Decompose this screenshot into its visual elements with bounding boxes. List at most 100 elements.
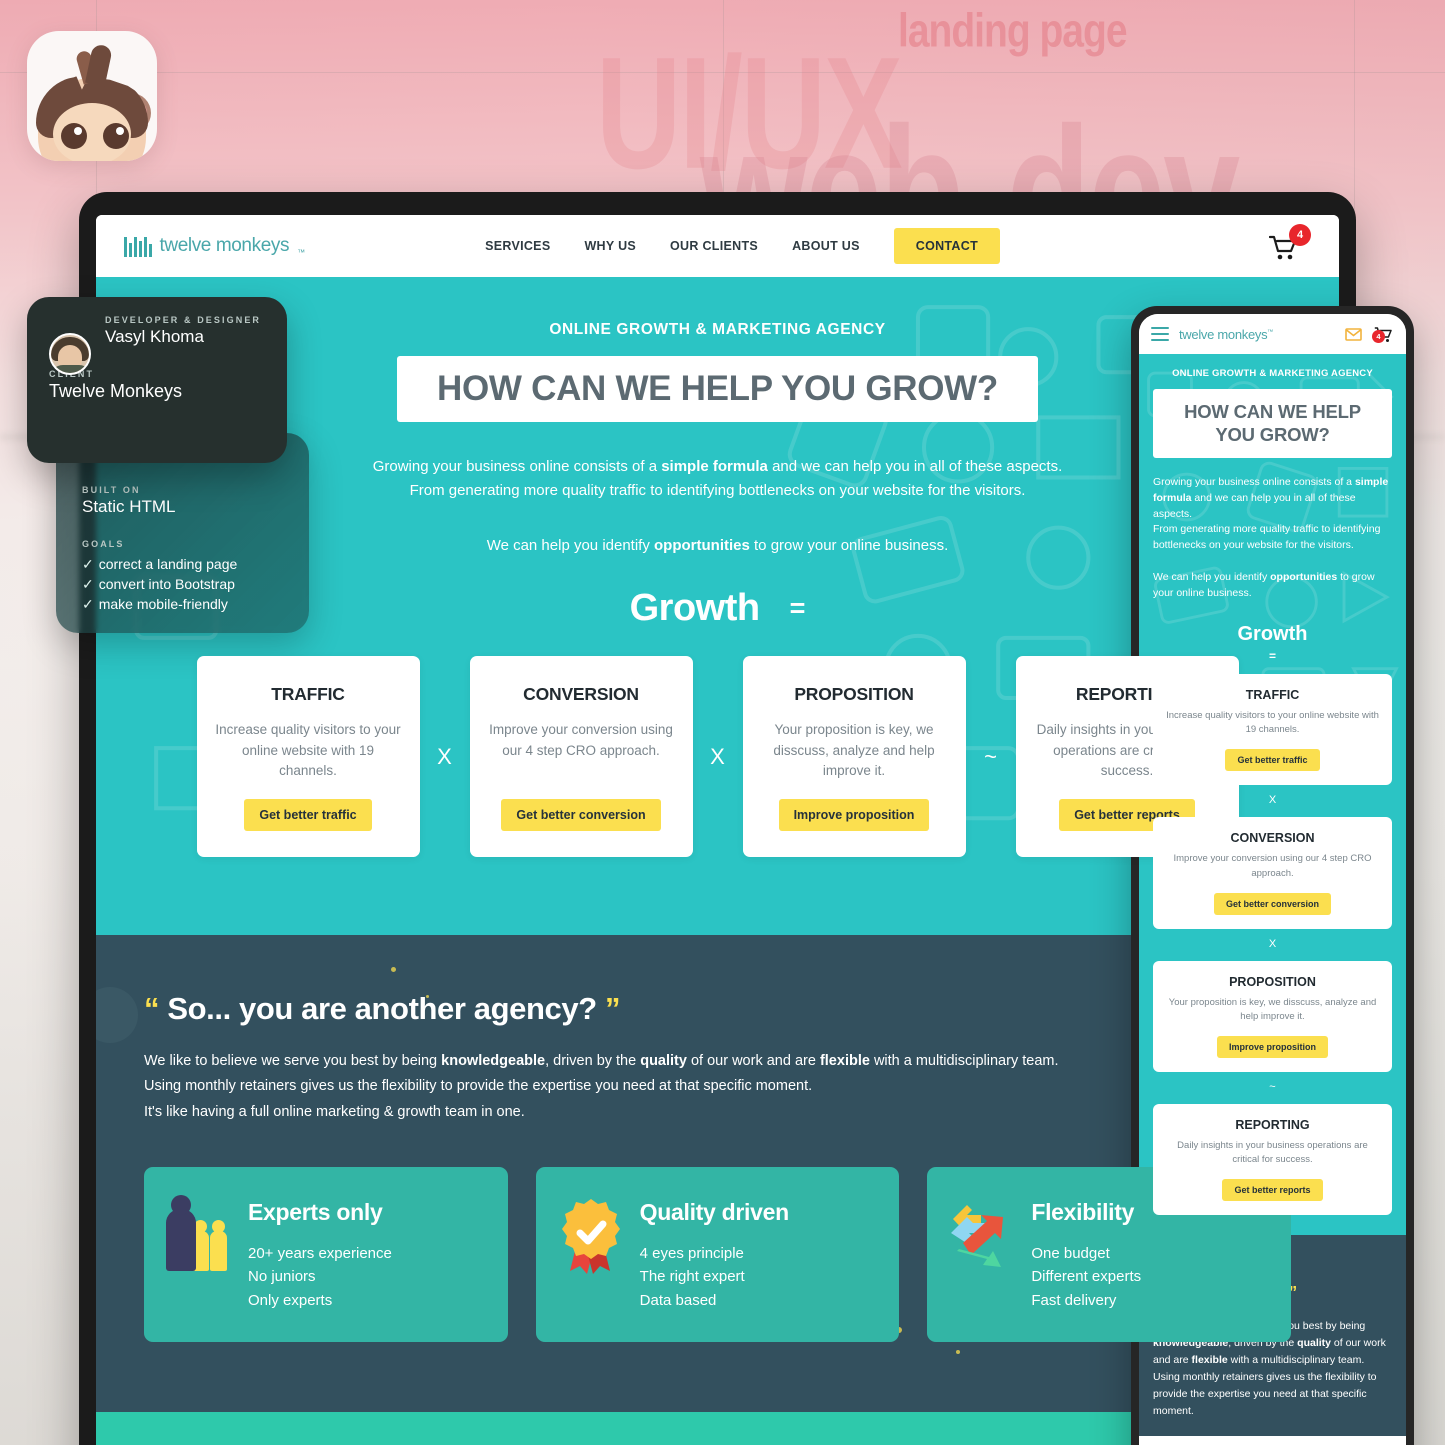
agency-p1-c: , driven by the [545, 1053, 641, 1070]
mobile-hero-content: ONLINE GROWTH & MARKETING AGENCY HOW CAN… [1153, 368, 1392, 1215]
cart-button[interactable]: 4 [1269, 224, 1311, 264]
mobile-nav-icons: 4 [1345, 326, 1394, 343]
hero-p2-part-c: to grow your online business. [749, 537, 949, 555]
feature-list: One budget Different experts Fast delive… [1031, 1242, 1141, 1312]
hero-eyebrow: ONLINE GROWTH & MARKETING AGENCY [549, 321, 886, 338]
agency-p1-bold-knowledgeable: knowledgeable [441, 1053, 546, 1070]
barcode-logo-icon [124, 237, 152, 257]
background-word-landing: landing page [898, 5, 1128, 58]
mobile-get-better-conversion-button[interactable]: Get better conversion [1213, 892, 1332, 915]
mobile-hero-title-box: HOW CAN WE HELP YOU GROW? [1153, 389, 1392, 459]
feature-list-item: Different experts [1031, 1268, 1142, 1286]
get-better-traffic-button[interactable]: Get better traffic [244, 799, 372, 832]
feature-body: Quality driven 4 eyes principle The righ… [640, 1191, 789, 1312]
nav-link-services[interactable]: SERVICES [485, 239, 550, 253]
mobile-agency-p1-g: with a multidisciplinary team. [1227, 1354, 1365, 1367]
monkey-eye-icon [61, 123, 87, 149]
get-better-conversion-button[interactable]: Get better conversion [501, 799, 661, 832]
main-navigation: SERVICES WHY US OUR CLIENTS ABOUT US CON… [485, 228, 1001, 264]
mobile-card-title: PROPOSITION [1229, 974, 1316, 989]
mobile-card-title: CONVERSION [1230, 831, 1315, 846]
agency-paragraph: We like to believe we serve you best by … [144, 1049, 1291, 1125]
quote-open-mark: “ [144, 991, 160, 1027]
feature-list-item: 4 eyes principle [639, 1244, 744, 1262]
hero-p1-bold: simple formula [661, 458, 768, 475]
feature-body: Flexibility One budget Different experts… [1031, 1191, 1141, 1312]
feature-card-experts-only: Experts only 20+ years experience No jun… [144, 1166, 508, 1342]
mobile-agency-bold-flexible: flexible [1191, 1354, 1228, 1367]
mobile-growth-card-proposition[interactable]: PROPOSITION Your proposition is key, we … [1153, 960, 1392, 1072]
agency-p1-bold-flexible: flexible [819, 1053, 870, 1070]
hero-title-box: HOW CAN WE HELP YOU GROW? [397, 356, 1038, 422]
agency-p3: It's like having a full online marketing… [144, 1103, 525, 1120]
contact-button[interactable]: CONTACT [893, 228, 1001, 264]
mobile-improve-proposition-button[interactable]: Improve proposition [1216, 1035, 1328, 1058]
hero-p1-part-a: Growing your business online consists of… [372, 458, 662, 475]
monkey-eye-icon [103, 123, 129, 149]
mobile-hero-title: HOW CAN WE HELP YOU GROW? [1161, 401, 1384, 446]
check-icon: ✓ [82, 575, 94, 592]
growth-word: Growth [629, 587, 760, 630]
growth-card-traffic[interactable]: TRAFFIC Increase quality visitors to you… [196, 656, 420, 858]
growth-card-title: TRAFFIC [271, 684, 345, 705]
hero-p1-line2: From generating more quality traffic to … [409, 481, 1026, 499]
mobile-growth-card-reporting[interactable]: REPORTING Daily insights in your busines… [1153, 1103, 1392, 1215]
check-icon: ✓ [82, 556, 94, 572]
agency-heading: “ So... you are another agency? ” [144, 991, 1291, 1027]
growth-card-proposition[interactable]: PROPOSITION Your proposition is key, we … [742, 656, 966, 858]
feature-list-item: Only experts [248, 1291, 333, 1309]
logo-trademark: ™ [297, 248, 306, 257]
mobile-cart-button[interactable]: 4 [1372, 326, 1394, 343]
site-logo[interactable]: twelve monkeys ™ [124, 235, 305, 257]
mobile-card-description: Improve your conversion using our 4 step… [1173, 853, 1372, 879]
mobile-growth-equals: = [1268, 649, 1276, 664]
mobile-hero-paragraph-2: We can help you identify opportunities t… [1153, 570, 1392, 602]
hero-p1-part-c: and we can help you in all of these aspe… [767, 458, 1063, 475]
avatar [49, 333, 91, 375]
desktop-navbar: twelve monkeys ™ SERVICES WHY US OUR CLI… [96, 215, 1339, 277]
mobile-card-description: Increase quality visitors to your online… [1166, 710, 1379, 736]
improve-proposition-button[interactable]: Improve proposition [778, 799, 930, 832]
mobile-growth-card-conversion[interactable]: CONVERSION Improve your conversion using… [1153, 817, 1392, 929]
feature-list: 20+ years experience No juniors Only exp… [248, 1242, 392, 1312]
mobile-p1-line2: From generating more quality traffic to … [1153, 523, 1381, 552]
feature-list-item: The right expert [639, 1268, 745, 1286]
mail-icon[interactable] [1345, 327, 1362, 341]
mobile-operator-1: X [1268, 794, 1277, 807]
hero-title: HOW CAN WE HELP YOU GROW? [437, 369, 998, 408]
growth-card-description: Improve your conversion using our 4 step… [489, 722, 673, 758]
mobile-hero-title-line2: YOU GROW? [1215, 423, 1330, 445]
agency-p1-bold-quality: quality [640, 1053, 687, 1070]
check-icon: ✓ [82, 595, 94, 612]
mobile-get-better-traffic-button[interactable]: Get better traffic [1225, 749, 1320, 772]
arrows-icon [949, 1195, 1015, 1281]
feature-list-item: One budget [1031, 1244, 1110, 1262]
agency-p1-g: with a multidisciplinary team. [869, 1053, 1059, 1070]
nav-link-why-us[interactable]: WHY US [584, 239, 636, 253]
mobile-card-title: TRAFFIC [1245, 688, 1300, 703]
feature-list-item: No juniors [248, 1268, 316, 1286]
growth-operator-2: X [710, 743, 725, 769]
hero-p2-bold: opportunities [654, 537, 750, 555]
agency-heading-text: So... you are another agency? [167, 991, 597, 1027]
mobile-card-description: Your proposition is key, we disscuss, an… [1168, 996, 1377, 1022]
growth-operator-3: ~ [984, 743, 997, 769]
growth-card-conversion[interactable]: CONVERSION Improve your conversion using… [469, 656, 693, 858]
mobile-hero-title-line1: HOW CAN WE HELP [1184, 401, 1361, 422]
feature-card-quality-driven: Quality driven 4 eyes principle The righ… [535, 1166, 900, 1342]
monkey-app-icon [27, 31, 157, 161]
feature-list-item: Fast delivery [1031, 1291, 1117, 1309]
feature-list-item: Data based [639, 1291, 717, 1309]
growth-card-description: Increase quality visitors to your online… [215, 722, 401, 778]
nav-link-our-clients[interactable]: OUR CLIENTS [670, 239, 758, 253]
mobile-hero-paragraph-1: Growing your business online consists of… [1153, 475, 1392, 554]
growth-card-title: CONVERSION [523, 684, 639, 705]
mobile-growth-card-traffic[interactable]: TRAFFIC Increase quality visitors to you… [1153, 674, 1392, 786]
mobile-operator-3: ~ [1269, 1080, 1276, 1093]
mobile-card-description: Daily insights in your business operatio… [1177, 1139, 1368, 1165]
feature-list-item: 20+ years experience [248, 1244, 392, 1262]
nav-link-about-us[interactable]: ABOUT US [792, 239, 860, 253]
growth-card-description: Your proposition is key, we disscuss, an… [773, 722, 935, 778]
decorative-star [391, 967, 396, 973]
mobile-get-better-reports-button[interactable]: Get better reports [1222, 1178, 1323, 1201]
